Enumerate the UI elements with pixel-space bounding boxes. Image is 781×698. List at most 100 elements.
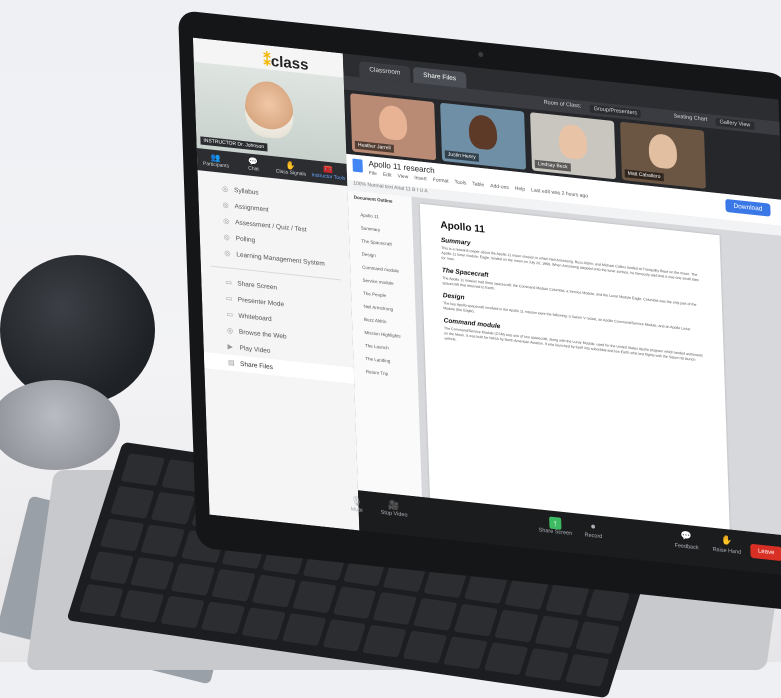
stop-video-button[interactable]: 🎥 Stop Video bbox=[380, 499, 408, 518]
instructor-video: INSTRUCTOR Dr. Johnson bbox=[193, 61, 347, 164]
left-panel: ⁑class INSTRUCTOR Dr. Johnson 👥 Participa… bbox=[192, 37, 360, 531]
menu-label: Assignment bbox=[234, 202, 269, 214]
room-label: Room of Class: bbox=[543, 99, 582, 110]
menu-icon: ▭ bbox=[225, 279, 233, 287]
seating-chart-label[interactable]: Seating Chart bbox=[673, 113, 707, 123]
menu-icon: ◎ bbox=[223, 233, 230, 242]
keyboard-key bbox=[484, 642, 529, 676]
tool-class-signals[interactable]: ✋ Class Signals bbox=[272, 156, 310, 182]
doc-menu-item[interactable]: Format bbox=[433, 177, 449, 185]
feedback-button[interactable]: 💬 Feedback bbox=[674, 530, 698, 551]
menu-label: Share Screen bbox=[237, 279, 278, 292]
menu-label: Syllabus bbox=[233, 186, 259, 197]
menu-icon: ◎ bbox=[223, 217, 230, 226]
menu-label: Share Files bbox=[239, 360, 274, 371]
doc-menu-item[interactable]: File bbox=[369, 170, 377, 177]
keyboard-key bbox=[150, 491, 196, 525]
doc-menu-item[interactable]: Table bbox=[472, 181, 484, 188]
keyboard-key bbox=[251, 574, 296, 608]
keyboard-key bbox=[120, 453, 166, 487]
menu-icon: ▶ bbox=[227, 343, 234, 352]
keyboard-key bbox=[210, 568, 256, 602]
participant-video-tile[interactable]: Matt Cabaltero bbox=[620, 121, 706, 189]
participant-avatar bbox=[648, 132, 678, 170]
share-screen-button[interactable]: ↑ Share Screen bbox=[538, 515, 572, 537]
menu-icon: ◎ bbox=[221, 185, 229, 194]
menu-label: Play Video bbox=[239, 344, 271, 355]
menu-label: Presenter Mode bbox=[237, 295, 285, 308]
doc-menu-item[interactable]: Last edit was 2 hours ago bbox=[531, 187, 588, 199]
menu-label: Polling bbox=[235, 234, 256, 244]
keyboard-key bbox=[322, 618, 367, 652]
raise-hand-button[interactable]: ✋ Raise Hand bbox=[712, 534, 741, 556]
webcam bbox=[478, 51, 484, 58]
keyboard-key bbox=[413, 597, 458, 631]
doc-menu-item[interactable]: Add-ons bbox=[490, 183, 509, 191]
tool-label: Chat bbox=[248, 165, 259, 173]
menu-label: Browse the Web bbox=[238, 328, 287, 341]
keyboard-key bbox=[494, 609, 539, 643]
doc-menu-item[interactable]: Edit bbox=[383, 172, 392, 179]
menu-icon: ▭ bbox=[225, 295, 233, 303]
participant-avatar bbox=[378, 104, 408, 142]
participant-name: Lindsay Beck bbox=[534, 159, 571, 172]
docs-icon bbox=[352, 158, 363, 173]
doc-page: Apollo 11 Summary This is a research pape… bbox=[419, 203, 731, 537]
laptop-screen-frame: ⁑class INSTRUCTOR Dr. Johnson 👥 Participa… bbox=[178, 10, 781, 612]
keyboard-key bbox=[79, 583, 124, 617]
participant-avatar bbox=[468, 113, 498, 151]
document-outline: Document Outline Apollo 11 Summary The Spa… bbox=[347, 190, 422, 498]
participant-video-tile[interactable]: Heather Jarrell bbox=[350, 93, 437, 161]
desk-object bbox=[0, 380, 120, 470]
record-button[interactable]: ● Record bbox=[584, 520, 602, 540]
keyboard-key bbox=[403, 630, 448, 664]
keyboard-key bbox=[129, 557, 175, 590]
gallery-view-select[interactable]: Gallery View bbox=[715, 117, 755, 130]
doc-menu-item[interactable]: View bbox=[397, 173, 408, 180]
keyboard-key bbox=[564, 653, 610, 687]
doc-menu-item[interactable]: Tools bbox=[455, 179, 467, 186]
mute-button[interactable]: 🎙 Mute bbox=[350, 495, 363, 514]
menu-icon: ◎ bbox=[222, 201, 229, 210]
participant-name: Heather Jarrell bbox=[354, 140, 394, 153]
keyboard-key bbox=[160, 595, 205, 629]
keyboard-key bbox=[585, 588, 631, 622]
doc-menu-item[interactable]: Help bbox=[515, 186, 526, 193]
menu-icon: ◎ bbox=[226, 327, 234, 336]
keyboard-key bbox=[372, 592, 418, 625]
keyboard-key bbox=[140, 524, 185, 558]
doc-menu-item[interactable]: Insert bbox=[414, 175, 427, 182]
class-app-window: ⁑class INSTRUCTOR Dr. Johnson 👥 Participa… bbox=[192, 37, 781, 577]
keyboard-key bbox=[119, 589, 165, 623]
tool-chat[interactable]: 💬 Chat bbox=[234, 152, 272, 178]
menu-label: Whiteboard bbox=[238, 312, 272, 323]
keyboard-key bbox=[534, 615, 580, 649]
keyboard-key bbox=[362, 624, 407, 658]
keyboard-key bbox=[453, 603, 499, 637]
keyboard-key bbox=[332, 586, 377, 620]
keyboard-key bbox=[170, 562, 215, 596]
shared-document: Apollo 11 research File Edit View Insert For… bbox=[346, 153, 781, 537]
keyboard-key bbox=[281, 613, 327, 646]
participant-avatar bbox=[558, 123, 588, 161]
keyboard-key bbox=[99, 518, 145, 552]
participant-video-tile[interactable]: Justin Henry bbox=[440, 102, 527, 170]
keyboard-key bbox=[241, 607, 286, 641]
instructor-avatar bbox=[244, 79, 295, 141]
keyboard-key bbox=[575, 621, 620, 655]
menu-icon: ◎ bbox=[224, 250, 231, 258]
participant-name: Matt Cabaltero bbox=[624, 169, 664, 182]
keyboard-key bbox=[291, 580, 337, 614]
menu-icon: ▭ bbox=[226, 311, 234, 320]
leave-button[interactable]: Leave bbox=[749, 543, 781, 562]
tool-instructor-tools[interactable]: 🧰 Instructor Tools bbox=[309, 160, 347, 186]
participant-video-tile[interactable]: Lindsay Beck bbox=[530, 112, 617, 180]
keyboard-key bbox=[110, 485, 155, 519]
menu-icon: ▤ bbox=[227, 359, 235, 368]
download-button[interactable]: Download bbox=[725, 198, 771, 217]
tool-participants[interactable]: 👥 Participants bbox=[197, 148, 235, 174]
keyboard-key bbox=[524, 648, 569, 681]
keyboard-key bbox=[200, 601, 246, 635]
instructor-menu: ◎ Syllabus ◎ Assignment ◎ Assessment / Quiz /… bbox=[198, 178, 355, 384]
keyboard-key bbox=[443, 636, 488, 670]
